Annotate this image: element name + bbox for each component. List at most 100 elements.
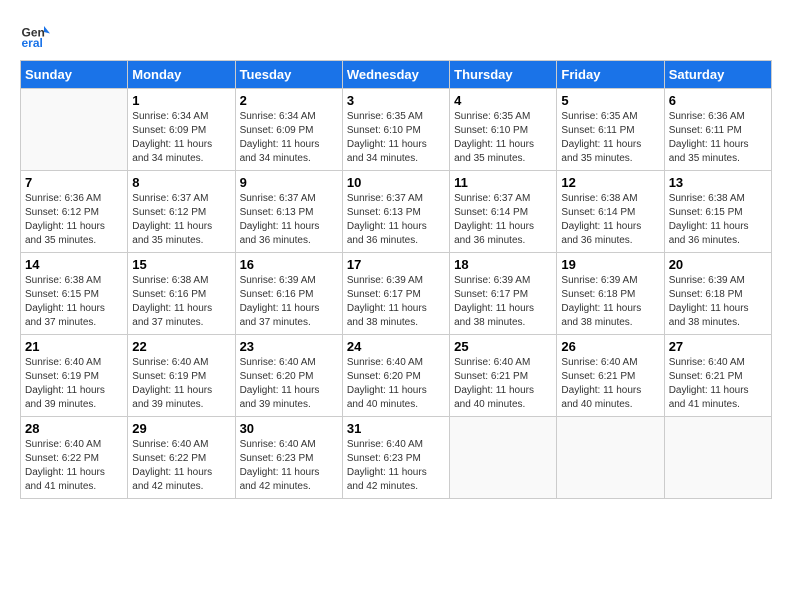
calendar-cell: 2 Sunrise: 6:34 AM Sunset: 6:09 PM Daylig… [235,89,342,171]
calendar-week-row: 21 Sunrise: 6:40 AM Sunset: 6:19 PM Dayli… [21,335,772,417]
day-number: 24 [347,339,445,354]
col-header-monday: Monday [128,61,235,89]
day-number: 30 [240,421,338,436]
day-info: Sunrise: 6:37 AM Sunset: 6:12 PM Dayligh… [132,192,230,248]
day-info: Sunrise: 6:34 AM Sunset: 6:09 PM Dayligh… [240,110,338,166]
day-info: Sunrise: 6:40 AM Sunset: 6:23 PM Dayligh… [347,438,445,494]
day-number: 31 [347,421,445,436]
calendar-cell: 5Sunrise: 6:35 AM Sunset: 6:11 PM Daylig… [557,89,664,171]
day-number: 26 [561,339,659,354]
col-header-thursday: Thursday [450,61,557,89]
day-number: 23 [240,339,338,354]
calendar-cell: 8 Sunrise: 6:37 AM Sunset: 6:12 PM Daylig… [128,171,235,253]
day-number: 8 [132,175,230,190]
logo-icon: Gen eral [20,20,50,50]
day-info: Sunrise: 6:40 AM Sunset: 6:22 PM Dayligh… [132,438,230,494]
logo: Gen eral [20,20,54,50]
day-info: Sunrise: 6:37 AM Sunset: 6:14 PM Dayligh… [454,192,552,248]
calendar-cell: 18Sunrise: 6:39 AM Sunset: 6:17 PM Dayli… [450,253,557,335]
day-number: 29 [132,421,230,436]
day-info: Sunrise: 6:38 AM Sunset: 6:16 PM Dayligh… [132,274,230,330]
day-number: 22 [132,339,230,354]
day-info: Sunrise: 6:39 AM Sunset: 6:18 PM Dayligh… [561,274,659,330]
calendar-cell: 17 Sunrise: 6:39 AM Sunset: 6:17 PM Dayli… [342,253,449,335]
calendar-cell: 21 Sunrise: 6:40 AM Sunset: 6:19 PM Dayli… [21,335,128,417]
day-info: Sunrise: 6:38 AM Sunset: 6:15 PM Dayligh… [25,274,123,330]
calendar-cell: 6 Sunrise: 6:36 AM Sunset: 6:11 PM Daylig… [664,89,771,171]
calendar-cell: 7 Sunrise: 6:36 AM Sunset: 6:12 PM Daylig… [21,171,128,253]
day-info: Sunrise: 6:40 AM Sunset: 6:21 PM Dayligh… [561,356,659,412]
day-info: Sunrise: 6:39 AM Sunset: 6:17 PM Dayligh… [454,274,552,330]
calendar-cell: 23 Sunrise: 6:40 AM Sunset: 6:20 PM Dayli… [235,335,342,417]
day-info: Sunrise: 6:40 AM Sunset: 6:23 PM Dayligh… [240,438,338,494]
col-header-tuesday: Tuesday [235,61,342,89]
calendar-cell: 1 Sunrise: 6:34 AM Sunset: 6:09 PM Daylig… [128,89,235,171]
day-number: 14 [25,257,123,272]
col-header-friday: Friday [557,61,664,89]
day-number: 28 [25,421,123,436]
day-info: Sunrise: 6:40 AM Sunset: 6:21 PM Dayligh… [669,356,767,412]
day-number: 20 [669,257,767,272]
calendar-cell [557,417,664,499]
calendar-cell: 13Sunrise: 6:38 AM Sunset: 6:15 PM Dayli… [664,171,771,253]
day-number: 11 [454,175,552,190]
calendar-cell: 12 Sunrise: 6:38 AM Sunset: 6:14 PM Dayli… [557,171,664,253]
calendar-cell [664,417,771,499]
calendar-cell: 10Sunrise: 6:37 AM Sunset: 6:13 PM Dayli… [342,171,449,253]
day-info: Sunrise: 6:40 AM Sunset: 6:19 PM Dayligh… [132,356,230,412]
calendar-cell [450,417,557,499]
calendar-cell: 19 Sunrise: 6:39 AM Sunset: 6:18 PM Dayli… [557,253,664,335]
calendar-week-row: 7 Sunrise: 6:36 AM Sunset: 6:12 PM Daylig… [21,171,772,253]
calendar-cell: 29 Sunrise: 6:40 AM Sunset: 6:22 PM Dayli… [128,417,235,499]
calendar-week-row: 14 Sunrise: 6:38 AM Sunset: 6:15 PM Dayli… [21,253,772,335]
day-info: Sunrise: 6:40 AM Sunset: 6:20 PM Dayligh… [240,356,338,412]
day-number: 25 [454,339,552,354]
calendar-cell: 25Sunrise: 6:40 AM Sunset: 6:21 PM Dayli… [450,335,557,417]
day-number: 16 [240,257,338,272]
day-number: 4 [454,93,552,108]
day-info: Sunrise: 6:39 AM Sunset: 6:17 PM Dayligh… [347,274,445,330]
day-info: Sunrise: 6:35 AM Sunset: 6:10 PM Dayligh… [454,110,552,166]
calendar-cell: 16Sunrise: 6:39 AM Sunset: 6:16 PM Dayli… [235,253,342,335]
day-info: Sunrise: 6:38 AM Sunset: 6:14 PM Dayligh… [561,192,659,248]
day-number: 6 [669,93,767,108]
calendar-cell: 15Sunrise: 6:38 AM Sunset: 6:16 PM Dayli… [128,253,235,335]
day-info: Sunrise: 6:39 AM Sunset: 6:18 PM Dayligh… [669,274,767,330]
calendar-cell: 14 Sunrise: 6:38 AM Sunset: 6:15 PM Dayli… [21,253,128,335]
calendar-table: SundayMondayTuesdayWednesdayThursdayFrid… [20,60,772,499]
calendar-cell: 24Sunrise: 6:40 AM Sunset: 6:20 PM Dayli… [342,335,449,417]
day-number: 21 [25,339,123,354]
day-number: 1 [132,93,230,108]
calendar-week-row: 1 Sunrise: 6:34 AM Sunset: 6:09 PM Daylig… [21,89,772,171]
day-number: 12 [561,175,659,190]
day-number: 19 [561,257,659,272]
day-number: 2 [240,93,338,108]
calendar-cell: 3 Sunrise: 6:35 AM Sunset: 6:10 PM Daylig… [342,89,449,171]
day-info: Sunrise: 6:36 AM Sunset: 6:12 PM Dayligh… [25,192,123,248]
calendar-cell: 26 Sunrise: 6:40 AM Sunset: 6:21 PM Dayli… [557,335,664,417]
col-header-saturday: Saturday [664,61,771,89]
day-number: 17 [347,257,445,272]
col-header-sunday: Sunday [21,61,128,89]
day-number: 9 [240,175,338,190]
page-header: Gen eral [20,20,772,50]
calendar-cell: 28 Sunrise: 6:40 AM Sunset: 6:22 PM Dayli… [21,417,128,499]
day-info: Sunrise: 6:40 AM Sunset: 6:19 PM Dayligh… [25,356,123,412]
calendar-cell: 4 Sunrise: 6:35 AM Sunset: 6:10 PM Daylig… [450,89,557,171]
day-number: 7 [25,175,123,190]
calendar-cell: 20 Sunrise: 6:39 AM Sunset: 6:18 PM Dayli… [664,253,771,335]
day-number: 10 [347,175,445,190]
day-info: Sunrise: 6:37 AM Sunset: 6:13 PM Dayligh… [240,192,338,248]
day-number: 27 [669,339,767,354]
svg-text:eral: eral [22,36,43,50]
calendar-cell: 27 Sunrise: 6:40 AM Sunset: 6:21 PM Dayli… [664,335,771,417]
calendar-cell: 31 Sunrise: 6:40 AM Sunset: 6:23 PM Dayli… [342,417,449,499]
calendar-cell [21,89,128,171]
day-info: Sunrise: 6:34 AM Sunset: 6:09 PM Dayligh… [132,110,230,166]
day-info: Sunrise: 6:40 AM Sunset: 6:22 PM Dayligh… [25,438,123,494]
day-info: Sunrise: 6:36 AM Sunset: 6:11 PM Dayligh… [669,110,767,166]
calendar-cell: 30 Sunrise: 6:40 AM Sunset: 6:23 PM Dayli… [235,417,342,499]
calendar-cell: 9 Sunrise: 6:37 AM Sunset: 6:13 PM Daylig… [235,171,342,253]
day-number: 3 [347,93,445,108]
day-info: Sunrise: 6:35 AM Sunset: 6:10 PM Dayligh… [347,110,445,166]
